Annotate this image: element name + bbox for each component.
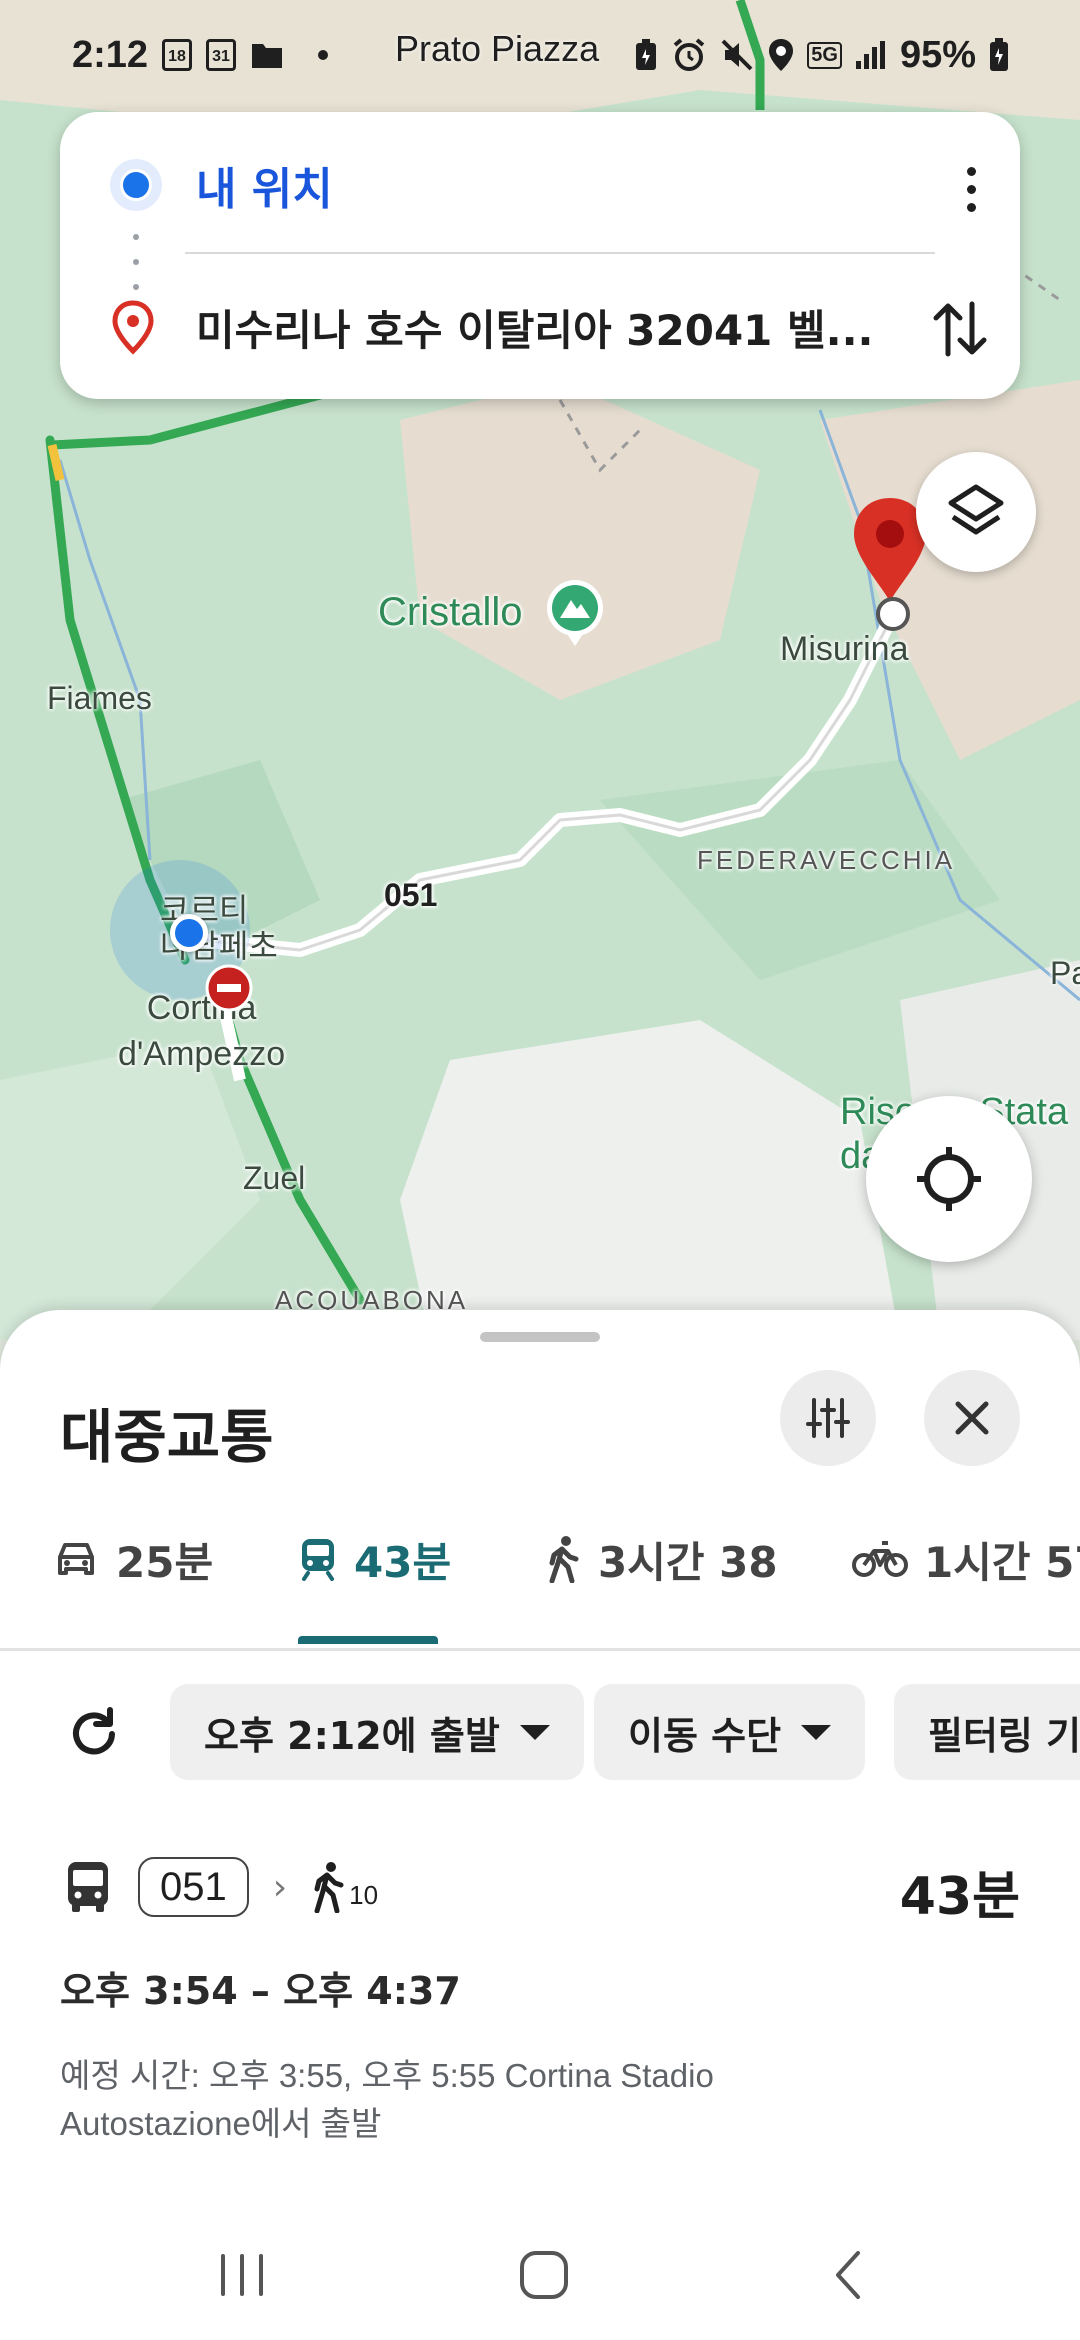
transit-mode-chip[interactable]: 이동 수단 bbox=[594, 1684, 866, 1780]
bus-icon bbox=[68, 1862, 108, 1912]
alarm-icon bbox=[673, 38, 705, 71]
map-view[interactable]: Cristallo Misurina Fiames FEDERAVECCHIA … bbox=[0, 0, 1080, 1340]
car-icon bbox=[58, 1543, 94, 1575]
federavecchia-label: FEDERAVECCHIA bbox=[697, 845, 956, 875]
refresh-button[interactable] bbox=[62, 1702, 126, 1766]
bus-line-badge: 051 bbox=[138, 1857, 249, 1917]
calendar-icon: 18 bbox=[162, 39, 193, 71]
no-entry-icon bbox=[205, 964, 253, 1012]
battery-level: 95% bbox=[899, 33, 976, 76]
transit-mode-label: 이동 수단 bbox=[628, 1713, 782, 1758]
zuel-label: Zuel bbox=[243, 1160, 306, 1196]
status-bar: 2:12 18 31 Prato Piazza 5G 95% bbox=[0, 0, 1080, 110]
depart-time-label: 오후 2:12에 출발 bbox=[204, 1713, 500, 1758]
route-options-button[interactable] bbox=[780, 1370, 876, 1466]
status-location: Prato Piazza bbox=[395, 28, 600, 69]
folder-icon bbox=[252, 44, 283, 68]
recent-apps-button[interactable] bbox=[202, 2240, 282, 2310]
cristallo-label[interactable]: Cristallo bbox=[378, 590, 522, 635]
destination-field[interactable]: 미수리나 호수 이탈리아 32041 벨... bbox=[110, 292, 990, 362]
my-location-button[interactable] bbox=[866, 1096, 1032, 1262]
tune-icon bbox=[806, 1398, 850, 1438]
route-steps: 051 › 10 bbox=[64, 1852, 378, 1922]
misurina-label: Misurina bbox=[780, 630, 909, 668]
field-divider bbox=[185, 252, 935, 254]
layers-button[interactable] bbox=[916, 452, 1036, 572]
drag-handle[interactable] bbox=[480, 1332, 600, 1342]
back-button[interactable] bbox=[808, 2240, 888, 2310]
tab-driving[interactable]: 25분 bbox=[52, 1524, 213, 1594]
pa-label: Pa bbox=[1050, 955, 1080, 991]
route-options-row: 오후 2:12에 출발 이동 수단 필터링 기 bbox=[0, 1682, 1080, 1782]
chevron-down-icon bbox=[801, 1724, 832, 1740]
travel-mode-tabs: 25분 43분 3시간 38 1시간 57 bbox=[0, 1500, 1080, 1651]
my-location-marker bbox=[170, 914, 208, 952]
chevron-right-icon: › bbox=[272, 1866, 288, 1908]
close-button[interactable] bbox=[924, 1370, 1020, 1466]
home-icon bbox=[520, 2251, 568, 2299]
depart-time-chip[interactable]: 오후 2:12에 출발 bbox=[170, 1684, 584, 1780]
bike-icon bbox=[852, 1541, 908, 1577]
refresh-icon bbox=[73, 1707, 115, 1755]
home-button[interactable] bbox=[504, 2240, 584, 2310]
route-connector bbox=[133, 234, 139, 290]
layers-icon bbox=[948, 484, 1004, 535]
status-time: 2:12 bbox=[72, 33, 149, 76]
tab-walking[interactable]: 3시간 38 bbox=[546, 1524, 778, 1594]
destination-text: 미수리나 호수 이탈리아 32041 벨... bbox=[196, 305, 874, 355]
walk-icon bbox=[314, 1862, 344, 1913]
crosshair-icon bbox=[917, 1147, 981, 1211]
road-051-label: 051 bbox=[384, 877, 438, 913]
swap-icon[interactable] bbox=[928, 294, 992, 364]
origin-field[interactable]: 내 위치 bbox=[110, 152, 990, 218]
more-options-button[interactable] bbox=[946, 154, 996, 224]
sheet-title: 대중교통 bbox=[60, 1403, 274, 1471]
route-result[interactable]: 051 › 10 43분 오후 3:54 – 오후 4:37 예정 시간: 오후… bbox=[0, 1830, 1080, 2150]
train-icon bbox=[302, 1539, 334, 1581]
tab-transit-label: 43분 bbox=[354, 1537, 452, 1587]
tabs-divider bbox=[0, 1648, 1080, 1651]
my-location-icon bbox=[110, 159, 162, 211]
network-label: 5G bbox=[807, 41, 842, 69]
filter-label: 필터링 기 bbox=[928, 1713, 1080, 1758]
route-duration: 43분 bbox=[899, 1867, 1020, 1927]
back-icon bbox=[836, 2251, 860, 2299]
signal-icon bbox=[855, 41, 885, 69]
destination-pin-icon-small bbox=[112, 300, 154, 355]
walk-step: 10 bbox=[311, 1861, 378, 1913]
walk-icon bbox=[549, 1536, 579, 1583]
recent-apps-icon bbox=[221, 2254, 263, 2296]
route-time-range: 오후 3:54 – 오후 4:37 bbox=[60, 1969, 461, 2013]
directions-search-card: 내 위치 미수리나 호수 이탈리아 32041 벨... bbox=[60, 112, 1020, 399]
calendar-icon-2: 31 bbox=[206, 39, 237, 71]
mountain-poi-icon[interactable] bbox=[545, 578, 605, 648]
fiames-label: Fiames bbox=[47, 680, 152, 716]
tab-transit[interactable]: 43분 bbox=[298, 1524, 451, 1594]
close-icon bbox=[955, 1401, 989, 1435]
active-tab-indicator bbox=[298, 1636, 438, 1644]
battery-icon bbox=[990, 38, 1008, 71]
tab-driving-label: 25분 bbox=[116, 1537, 214, 1587]
route-schedule-note: 예정 시간: 오후 3:55, 오후 5:55 Cortina Stadio A… bbox=[60, 2057, 714, 2142]
filter-chip[interactable]: 필터링 기 bbox=[894, 1684, 1080, 1780]
walk-minutes: 10 bbox=[349, 1880, 379, 1910]
battery-saver-icon bbox=[636, 39, 657, 70]
origin-text: 내 위치 bbox=[196, 164, 333, 215]
cortina-label: Cortina d'Ampezzo bbox=[118, 989, 286, 1073]
tab-cycling-label: 1시간 57 bbox=[924, 1537, 1080, 1587]
tab-walking-label: 3시간 38 bbox=[598, 1537, 778, 1587]
mute-icon bbox=[721, 39, 753, 71]
directions-sheet: 대중교통 bbox=[0, 1310, 1080, 2340]
notification-dot-icon bbox=[318, 50, 329, 60]
chevron-down-icon bbox=[519, 1724, 550, 1740]
system-nav-bar bbox=[0, 2200, 1080, 2340]
location-icon bbox=[769, 39, 794, 71]
tab-cycling[interactable]: 1시간 57 bbox=[852, 1524, 1080, 1594]
